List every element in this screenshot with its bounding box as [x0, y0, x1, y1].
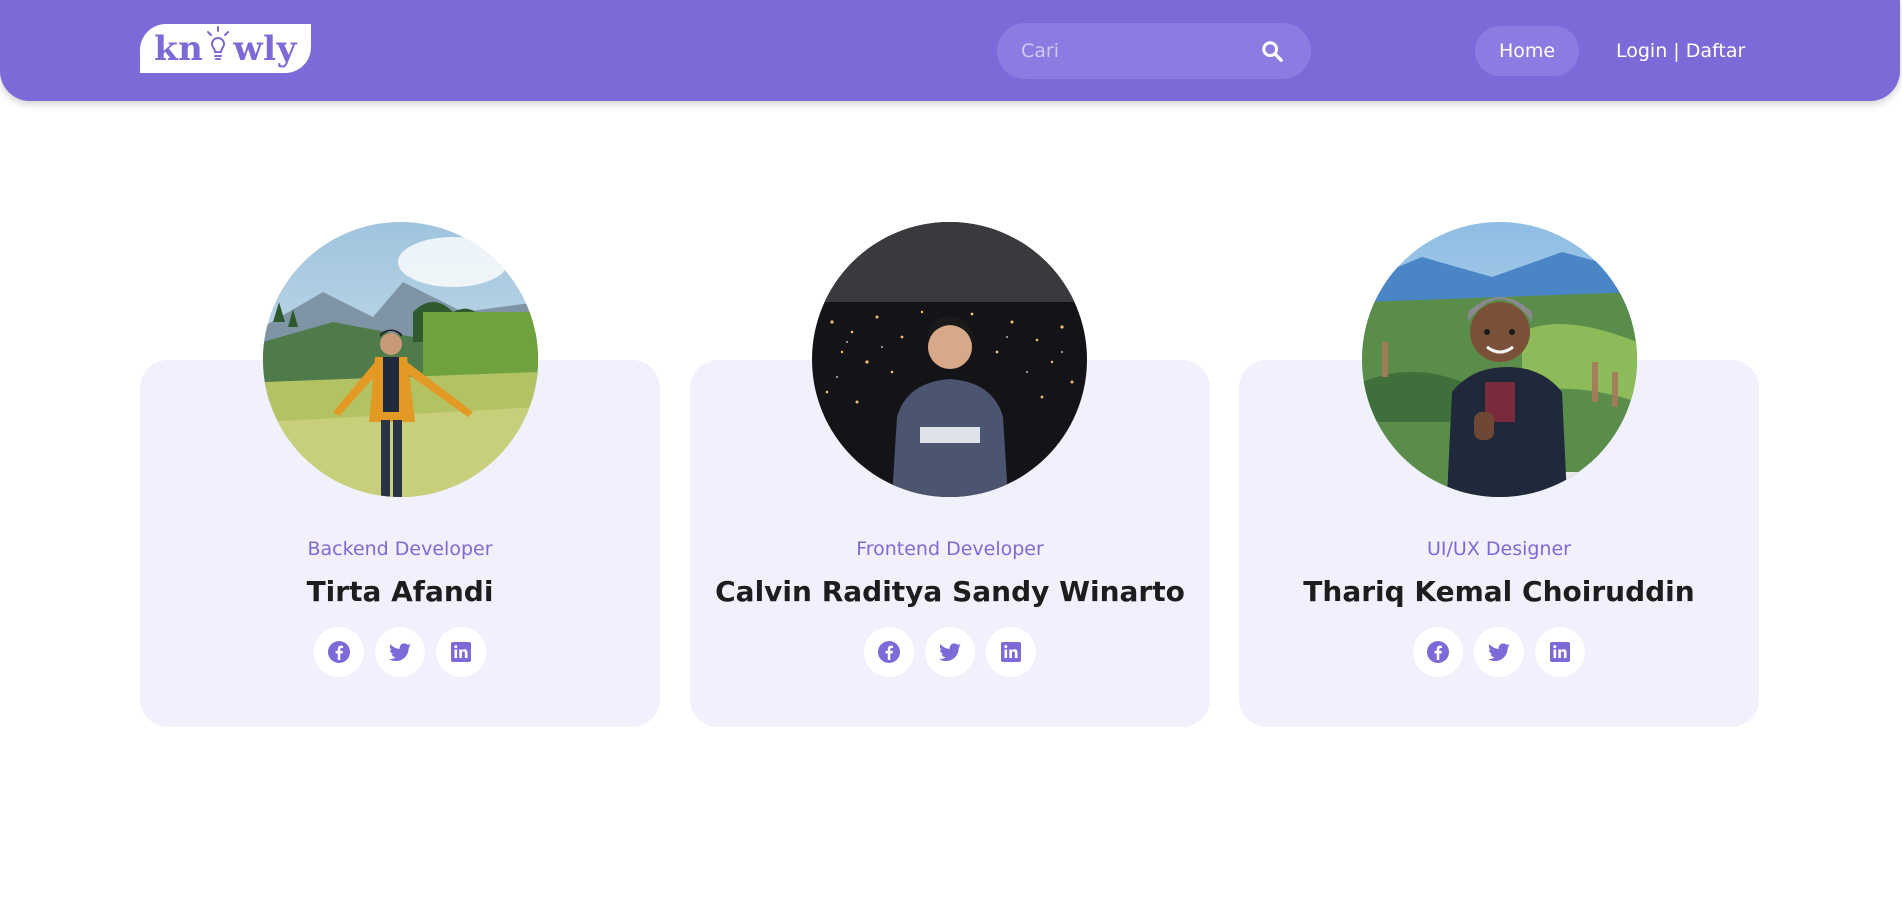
- twitter-link[interactable]: [375, 627, 425, 677]
- social-links: [140, 627, 660, 677]
- logo[interactable]: kn wly: [140, 24, 311, 73]
- page: kn wly Cari Home Login | Daftar Backend …: [0, 0, 1902, 906]
- linkedin-link[interactable]: [1535, 627, 1585, 677]
- team-member-photo: [1362, 222, 1637, 497]
- facebook-link[interactable]: [314, 627, 364, 677]
- social-links: [690, 627, 1210, 677]
- facebook-icon: [1427, 641, 1449, 663]
- linkedin-icon: [1550, 642, 1570, 662]
- twitter-link[interactable]: [925, 627, 975, 677]
- team-member-role: Frontend Developer: [856, 538, 1044, 560]
- linkedin-icon: [1001, 642, 1021, 662]
- team-member-photo: [812, 222, 1087, 497]
- twitter-icon: [389, 643, 411, 661]
- facebook-link[interactable]: [864, 627, 914, 677]
- logo-text-left: kn: [154, 28, 204, 69]
- team-member-name: Tirta Afandi: [306, 575, 494, 608]
- twitter-link[interactable]: [1474, 627, 1524, 677]
- facebook-icon: [328, 641, 350, 663]
- lightbulb-icon: [205, 25, 231, 64]
- linkedin-icon: [451, 642, 471, 662]
- facebook-link[interactable]: [1413, 627, 1463, 677]
- search-icon[interactable]: [1261, 40, 1283, 62]
- logo-text-right: wly: [233, 28, 297, 69]
- team-member-role: UI/UX Designer: [1427, 538, 1571, 560]
- team-member-role: Backend Developer: [307, 538, 493, 560]
- facebook-icon: [878, 641, 900, 663]
- team-member-photo: [263, 222, 538, 497]
- social-links: [1239, 627, 1759, 677]
- twitter-icon: [1488, 643, 1510, 661]
- search-input[interactable]: [1021, 23, 1251, 79]
- navbar: kn wly Cari Home Login | Daftar: [0, 0, 1900, 101]
- search-bar: [997, 23, 1311, 79]
- linkedin-link[interactable]: [436, 627, 486, 677]
- twitter-icon: [939, 643, 961, 661]
- nav-login-link[interactable]: Login | Daftar: [1616, 26, 1745, 76]
- nav-home-link[interactable]: Home: [1475, 26, 1579, 76]
- team-member-name: Thariq Kemal Choiruddin: [1303, 575, 1695, 608]
- team-member-name: Calvin Raditya Sandy Winarto: [715, 575, 1185, 608]
- linkedin-link[interactable]: [986, 627, 1036, 677]
